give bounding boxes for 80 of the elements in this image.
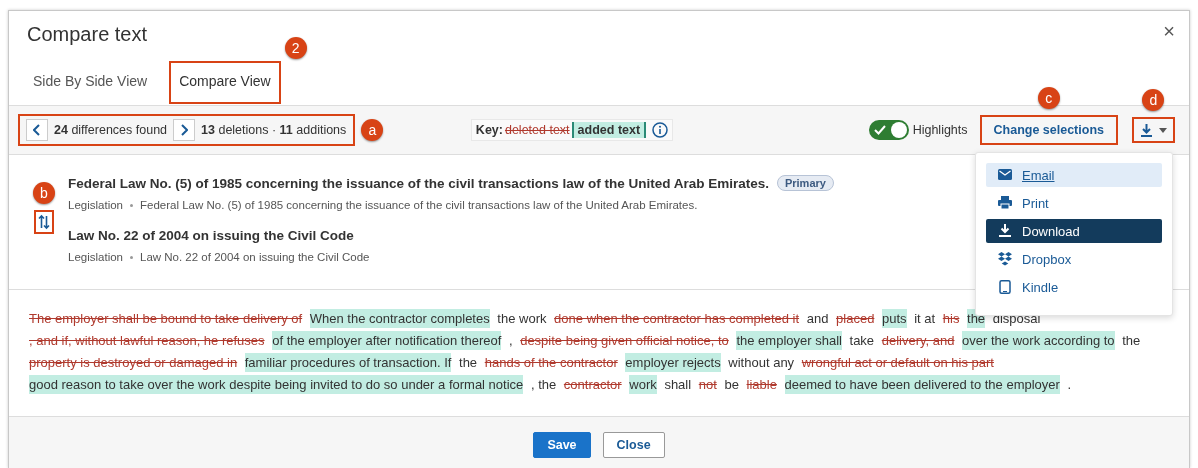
- added-text: familiar procedures of transaction. If: [244, 353, 452, 372]
- key-label: Key:: [475, 123, 503, 137]
- deleted-text: , and if, without lawful reason, he refuses: [29, 333, 265, 348]
- added-text: the employer shall: [736, 331, 842, 350]
- diamonds-icon: [998, 252, 1012, 266]
- added-text: deemed to have been delivered to the employer: [784, 375, 1060, 394]
- added-text: work: [629, 375, 657, 394]
- unchanged-text: the: [1122, 333, 1141, 348]
- download-icon: [1140, 123, 1153, 137]
- change-summary: 13 deletions · 11 additions: [201, 123, 347, 137]
- menu-item[interactable]: Dropbox: [986, 247, 1162, 271]
- tablet-icon: [998, 280, 1012, 294]
- unchanged-text: , the: [530, 377, 557, 392]
- callout-badge: 2: [284, 37, 307, 59]
- added-text: employer rejects: [625, 353, 721, 372]
- unchanged-text: and: [806, 311, 829, 326]
- change-selections-button[interactable]: Change selections: [981, 117, 1116, 143]
- document-title: Federal Law No. (5) of 1985 concerning the issuance of the civil transactions law of the United Arab Emirates.: [68, 175, 769, 191]
- deleted-text: placed: [836, 311, 875, 326]
- menu-item[interactable]: Email: [986, 163, 1162, 187]
- envelope-icon: [998, 168, 1012, 182]
- close-button[interactable]: Close: [602, 432, 665, 458]
- unchanged-text: without any: [728, 355, 795, 370]
- download-icon: [998, 224, 1012, 238]
- added-text: When the contractor completes: [309, 309, 490, 328]
- callout-badge: b: [33, 182, 55, 204]
- deleted-sample: deleted text: [504, 123, 570, 137]
- primary-tag: Primary: [776, 175, 834, 191]
- callout-badge: a: [361, 119, 384, 141]
- previous-button[interactable]: [26, 119, 48, 141]
- deleted-text: wrongful act or default on his part: [801, 355, 994, 370]
- document-type: Legislation: [68, 251, 123, 263]
- unchanged-text: ,: [508, 333, 513, 348]
- deleted-text: hands of the contractor: [484, 355, 618, 370]
- deleted-text: delivery, and: [881, 333, 955, 348]
- unchanged-text: .: [1067, 377, 1072, 392]
- deleted-text: contractor: [563, 377, 622, 392]
- dialog-title: Compare text: [27, 22, 148, 47]
- unchanged-text: the work: [497, 311, 547, 326]
- save-button[interactable]: Save: [533, 432, 591, 458]
- close-button[interactable]: ×: [1163, 21, 1175, 41]
- tab[interactable]: Side By Side View: [27, 63, 154, 102]
- document-type: Legislation: [68, 199, 123, 211]
- unchanged-text: it at: [914, 311, 936, 326]
- document-subtitle: Federal Law No. (5) of 1985 concerning the issuance of the civil transactions law of the United Arab Emirates.: [140, 199, 698, 211]
- deleted-text: property is destroyed or damaged in: [29, 355, 238, 370]
- deleted-text: done when the contractor has completed it: [554, 311, 800, 326]
- deleted-text: his: [942, 311, 960, 326]
- highlights-toggle[interactable]: [868, 120, 909, 140]
- menu-item[interactable]: Print: [986, 191, 1162, 215]
- chevron-left-icon: [33, 124, 41, 136]
- unchanged-text: the: [459, 355, 478, 370]
- deleted-text: despite being given official notice, to: [520, 333, 729, 348]
- callout-badge: d: [1142, 89, 1165, 111]
- added-text: over the work according to: [962, 331, 1115, 350]
- document-subtitle: Law No. 22 of 2004 on issuing the Civil Code: [140, 251, 370, 263]
- unchanged-text: be: [724, 377, 739, 392]
- check-icon: [873, 125, 886, 135]
- added-text: puts: [882, 309, 907, 328]
- info-icon[interactable]: [652, 122, 669, 138]
- deleted-text: liable: [746, 377, 777, 392]
- unchanged-text: shall: [664, 377, 692, 392]
- caret-icon: [1159, 127, 1167, 133]
- callout-badge: c: [1037, 87, 1060, 109]
- added-sample: added text: [571, 122, 647, 138]
- unchanged-text: take: [849, 333, 875, 348]
- menu-item[interactable]: Kindle: [986, 275, 1162, 299]
- differences-count: 24 differences found: [54, 123, 168, 137]
- deleted-text: The employer shall be bound to take delivery of: [29, 311, 303, 326]
- document-title: Law No. 22 of 2004 on issuing the Civil Code: [68, 227, 354, 243]
- unchanged-text: disposal: [992, 311, 1041, 326]
- tab[interactable]: Compare View: [171, 63, 279, 102]
- menu-item[interactable]: Download: [986, 219, 1162, 243]
- printer-icon: [998, 196, 1012, 210]
- next-button[interactable]: [173, 119, 196, 141]
- chevron-right-icon: [180, 124, 189, 136]
- added-text: of the employer after notification thereof: [272, 331, 502, 350]
- highlights-label: Highlights: [912, 123, 968, 137]
- deleted-text: not: [698, 377, 717, 392]
- added-text: good reason to take over the work despite being invited to do so under a formal notice: [29, 375, 524, 394]
